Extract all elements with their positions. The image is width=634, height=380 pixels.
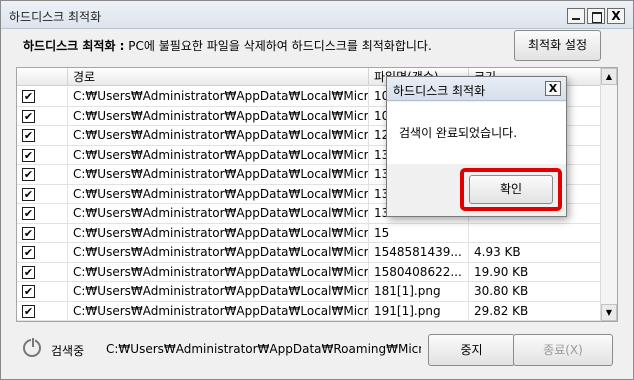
row-size: 4.93 KB [469, 243, 602, 262]
optimize-settings-button[interactable]: 최적화 설정 [514, 30, 601, 61]
row-path: C:₩Users₩Administrator₩AppData₩Local₩Mic… [68, 87, 369, 106]
row-path: C:₩Users₩Administrator₩AppData₩Local₩Mic… [68, 126, 369, 145]
maximize-icon[interactable] [587, 8, 605, 24]
row-filename: 1548581439... [369, 243, 469, 262]
row-path: C:₩Users₩Administrator₩AppData₩Local₩Mic… [68, 321, 369, 322]
row-filename: 15 [369, 223, 469, 243]
row-checkbox[interactable]: ✔ [22, 148, 35, 162]
header-text: PC에 불필요한 파일을 삭제하여 하드디스크를 최적화합니다. [124, 39, 432, 53]
row-checkbox[interactable]: ✔ [22, 168, 35, 181]
table-row[interactable]: ✔ C:₩Users₩Administrator₩AppData₩Local₩Mi… [17, 243, 602, 263]
header-label: 하드디스크 최적화 : [23, 39, 125, 53]
row-checkbox-cell: ✔ [17, 106, 68, 126]
row-path: C:₩Users₩Administrator₩AppData₩Local₩Mic… [68, 223, 369, 243]
row-checkbox-cell: ✔ [17, 126, 68, 145]
dialog-title-bar: 하드디스크 최적화 X [387, 77, 566, 101]
table-row[interactable]: ✔C:₩Users₩Administrator₩AppData₩Local₩Mi… [17, 321, 602, 322]
row-checkbox[interactable]: ✔ [22, 265, 35, 279]
row-filename: 191[1].png [369, 301, 469, 321]
row-checkbox-cell: ✔ [17, 301, 68, 321]
row-path: C:₩Users₩Administrator₩AppData₩Local₩Mic… [68, 301, 369, 321]
row-checkbox-cell: ✔ [17, 262, 68, 282]
status-label: 검색중 [51, 344, 85, 358]
header-description: 하드디스크 최적화 : PC에 불필요한 파일을 삭제하여 하드디스크를 최적화… [23, 37, 432, 54]
dialog-title: 하드디스크 최적화 [393, 84, 486, 98]
row-checkbox[interactable]: ✔ [22, 187, 35, 201]
vertical-scrollbar[interactable]: ▲ ▼ [600, 68, 617, 321]
row-checkbox-cell: ✔ [17, 87, 68, 106]
row-checkbox-cell: ✔ [17, 282, 68, 301]
power-icon [23, 337, 41, 357]
row-checkbox[interactable]: ✔ [22, 109, 35, 123]
stop-button[interactable]: 중지 [428, 334, 515, 366]
row-path: C:₩Users₩Administrator₩AppData₩Local₩Mic… [68, 145, 369, 165]
row-checkbox-cell: ✔ [17, 204, 68, 223]
table-row[interactable]: ✔C:₩Users₩Administrator₩AppData₩Local₩Mi… [17, 301, 602, 321]
row-checkbox-cell: ✔ [17, 145, 68, 165]
row-checkbox-cell: ✔ [17, 321, 68, 322]
table-row[interactable]: ✔ C:₩Users₩Administrator₩AppData₩Local₩Mi… [17, 223, 602, 243]
row-path: C:₩Users₩Administrator₩AppData₩Local₩Mic… [68, 262, 369, 282]
row-checkbox[interactable]: ✔ [22, 304, 35, 318]
row-checkbox[interactable]: ✔ [22, 226, 35, 240]
window-title: 하드디스크 최적화 [9, 10, 102, 24]
row-size: 30.80 KB [469, 282, 602, 301]
row-checkbox-cell: ✔ [17, 223, 68, 243]
row-size: 19.90 KB [469, 262, 602, 282]
table-row[interactable]: ✔ C:₩Users₩Administrator₩AppData₩Local₩Mi… [17, 262, 602, 282]
close-icon[interactable]: X [607, 8, 625, 24]
scroll-down-icon[interactable]: ▼ [601, 304, 617, 321]
row-filename: 181[1].png [369, 282, 469, 301]
status-path: C:₩Users₩Administrator₩AppData₩Roaming₩M… [106, 342, 421, 356]
row-filename: 1580408622... [369, 262, 469, 282]
row-checkbox-cell: ✔ [17, 184, 68, 204]
row-checkbox[interactable]: ✔ [22, 207, 35, 220]
exit-button[interactable]: 종료(X) [513, 334, 613, 366]
row-path: C:₩Users₩Administrator₩AppData₩Local₩Mic… [68, 204, 369, 223]
ok-button[interactable]: 확인 [469, 175, 553, 204]
row-filename: 1[1].png [369, 321, 469, 322]
row-checkbox[interactable]: ✔ [22, 246, 35, 259]
table-row[interactable]: ✔ C:₩Users₩Administrator₩AppData₩Local₩Mi… [17, 282, 602, 302]
row-size [469, 223, 602, 243]
row-path: C:₩Users₩Administrator₩AppData₩Local₩Mic… [68, 282, 369, 301]
row-path: C:₩Users₩Administrator₩AppData₩Local₩Mic… [68, 184, 369, 204]
dialog-message: 검색이 완료되었습니다. [399, 126, 518, 140]
minimize-icon[interactable] [567, 8, 585, 24]
row-path: C:₩Users₩Administrator₩AppData₩Local₩Mic… [68, 243, 369, 262]
row-checkbox-cell: ✔ [17, 243, 68, 262]
dialog-close-icon[interactable]: X [545, 81, 561, 96]
row-size: 29.82 KB [469, 301, 602, 321]
row-path: C:₩Users₩Administrator₩AppData₩Local₩Mic… [68, 165, 369, 184]
row-size: 27.66 KB [469, 321, 602, 322]
row-checkbox-cell: ✔ [17, 165, 68, 184]
row-path: C:₩Users₩Administrator₩AppData₩Local₩Mic… [68, 106, 369, 126]
dialog-body: 검색이 완료되었습니다. [387, 102, 566, 164]
column-header-path[interactable]: 경로 [68, 68, 369, 86]
title-bar: 하드디스크 최적화 X [1, 1, 633, 29]
row-checkbox[interactable]: ✔ [22, 129, 35, 142]
row-checkbox[interactable]: ✔ [22, 90, 35, 103]
scroll-up-icon[interactable]: ▲ [601, 68, 617, 85]
column-header-check[interactable] [17, 68, 68, 86]
row-checkbox[interactable]: ✔ [22, 285, 35, 298]
window-controls: X [567, 8, 625, 24]
